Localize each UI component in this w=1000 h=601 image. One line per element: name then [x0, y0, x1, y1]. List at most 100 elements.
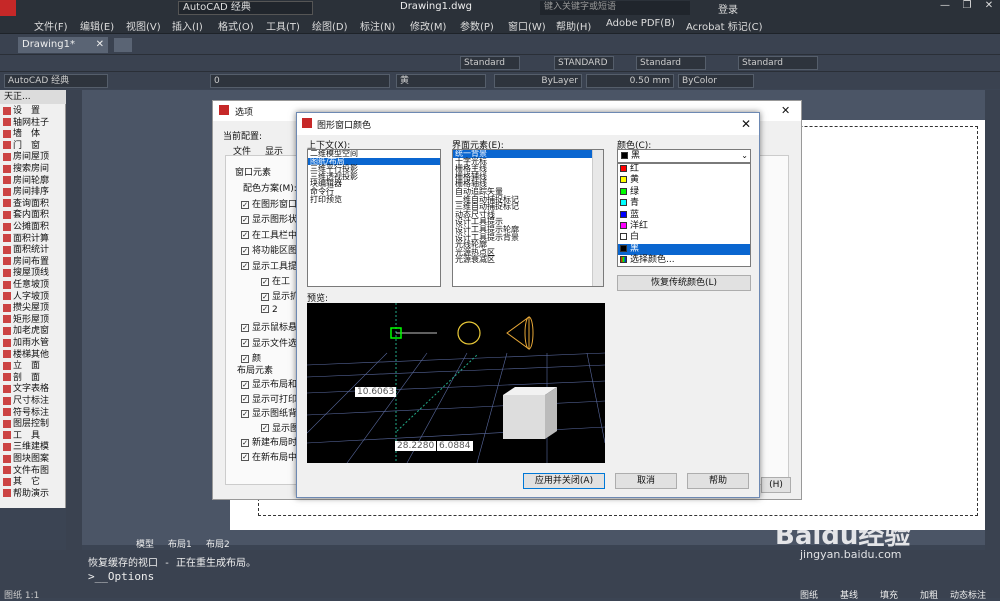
palette-item[interactable]: 图块图案 [3, 454, 49, 465]
tab-model[interactable]: 模型 [136, 537, 154, 550]
palette-item[interactable]: 任意坡顶 [3, 280, 49, 291]
scale-indicator[interactable]: 图纸 1:1 [4, 588, 39, 601]
palette-item[interactable]: 设 置 [3, 106, 40, 117]
apply-and-close-button[interactable]: 应用并关闭(A) [523, 473, 605, 489]
palette-item[interactable]: 工 具 [3, 431, 40, 442]
color-option[interactable]: 红 [618, 164, 750, 175]
palette-item[interactable]: 门 窗 [3, 141, 40, 152]
app-logo[interactable] [0, 0, 16, 16]
layout-checkbox[interactable]: ✓ 在新布局中 [241, 450, 297, 463]
color-option[interactable]: 洋红 [618, 221, 750, 232]
layout-checkbox[interactable]: ✓ 显示图 [261, 421, 299, 434]
options-close-icon[interactable]: ✕ [781, 104, 790, 117]
tab-drawing1[interactable]: Drawing1* ✕ [18, 37, 108, 53]
color-dropdown-list[interactable]: 红黄绿青蓝洋红白黑选择颜色... [617, 163, 751, 267]
context-list[interactable]: 二维模型空间 图纸/布局 三维平行投影 三维透视投影 块编辑器 命令行 打印预览 [307, 149, 441, 287]
options-checkbox[interactable]: ✓ 2 [261, 305, 278, 315]
palette-item[interactable]: 符号标注 [3, 408, 49, 419]
menu-file[interactable]: 文件(F) [34, 18, 68, 33]
lineweight-select[interactable]: 0.50 mm [586, 74, 674, 88]
color-select[interactable]: 黄 [396, 74, 486, 88]
command-line-input[interactable]: >__Options [88, 570, 888, 584]
palette-item[interactable]: 查询面积 [3, 199, 49, 210]
menu-modify[interactable]: 修改(M) [410, 18, 446, 33]
layout-checkbox[interactable]: ✓ 显示图纸背 [241, 406, 297, 419]
menu-acrobat[interactable]: Acrobat 标记(C) [686, 18, 763, 33]
palette-item[interactable]: 攒尖屋顶 [3, 303, 49, 314]
context-item[interactable]: 打印预览 [308, 195, 440, 204]
palette-item[interactable]: 面积统计 [3, 245, 49, 256]
workspace-combo[interactable]: AutoCAD 经典 [178, 1, 313, 15]
palette-item[interactable]: 房间布置 [3, 257, 49, 268]
search-input[interactable]: 键入关键字或短语 [540, 1, 690, 15]
dim-style-combo[interactable]: STANDARD [554, 56, 614, 70]
close-icon[interactable]: ✕ [96, 37, 104, 52]
login-link[interactable]: 登录 [718, 1, 738, 16]
element-list-scrollbar[interactable] [592, 150, 603, 286]
palette-item[interactable]: 搜屋顶线 [3, 268, 49, 279]
options-checkbox[interactable]: ✓ 在图形窗口 [241, 197, 297, 210]
options-checkbox[interactable]: ✓ 显示鼠标悬 [241, 320, 297, 333]
palette-item[interactable]: 其 它 [3, 477, 40, 488]
minimize-button[interactable]: — [935, 0, 955, 16]
options-checkbox[interactable]: ✓ 显示文件选 [241, 336, 297, 349]
interface-element-item[interactable]: 光源衰减区 [453, 256, 603, 264]
menu-tools[interactable]: 工具(T) [266, 18, 300, 33]
palette-item[interactable]: 房间排序 [3, 187, 49, 198]
palette-item[interactable]: 帮助演示 [3, 489, 49, 500]
color-dialog-close-icon[interactable]: ✕ [741, 117, 751, 131]
menu-parametric[interactable]: 参数(P) [460, 18, 494, 33]
interface-element-list[interactable]: 统一背景 十字光标 栅格主线 栅格辅线 栅格轴线 自动追踪矢量 二维自动捕捉标记 三维自动捕捉… [452, 149, 604, 287]
restore-classic-colors-button[interactable]: 恢复传统颜色(L) [617, 275, 751, 291]
palette-item[interactable]: 墙 体 [3, 129, 40, 140]
layer-select[interactable]: 0 [210, 74, 390, 88]
palette-item[interactable]: 楼梯其他 [3, 350, 49, 361]
menu-insert[interactable]: 插入(I) [172, 18, 203, 33]
palette-item[interactable]: 尺寸标注 [3, 396, 49, 407]
menu-view[interactable]: 视图(V) [126, 18, 161, 33]
palette-item[interactable]: 人字坡顶 [3, 292, 49, 303]
status-item-baseline[interactable]: 基线 [840, 588, 858, 601]
mleader-style-combo[interactable]: Standard [738, 56, 818, 70]
text-style-combo[interactable]: Standard [460, 56, 520, 70]
select-color-option[interactable]: 选择颜色... [618, 255, 750, 266]
maximize-button[interactable]: ❐ [957, 0, 977, 16]
palette-item[interactable]: 剖 面 [3, 373, 40, 384]
color-option[interactable]: 蓝 [618, 210, 750, 221]
color-option[interactable]: 黄 [618, 175, 750, 186]
help-button[interactable]: 帮助 [687, 473, 749, 489]
color-select[interactable]: 黑 ⌄ [617, 149, 751, 163]
plotstyle-select[interactable]: ByColor [678, 74, 754, 88]
color-option[interactable]: 青 [618, 198, 750, 209]
menu-format[interactable]: 格式(O) [218, 18, 254, 33]
palette-item[interactable]: 文件布图 [3, 466, 49, 477]
table-style-combo[interactable]: Standard [636, 56, 706, 70]
palette-item[interactable]: 套内面积 [3, 210, 49, 221]
menu-adobe-pdf[interactable]: Adobe PDF(B) [606, 18, 675, 29]
menu-draw[interactable]: 绘图(D) [312, 18, 348, 33]
palette-item[interactable]: 面积计算 [3, 234, 49, 245]
color-option[interactable]: 黑 [618, 243, 750, 256]
layout-checkbox[interactable]: ✓ 显示可打印 [241, 392, 297, 405]
palette-item[interactable]: 文字表格 [3, 384, 49, 395]
options-checkbox[interactable]: ✓ 显示扩 [261, 289, 299, 302]
status-item-hatch[interactable]: 填充 [880, 588, 898, 601]
menu-edit[interactable]: 编辑(E) [80, 18, 114, 33]
layout-checkbox[interactable]: ✓ 新建布局时 [241, 435, 297, 448]
workspace-select[interactable]: AutoCAD 经典 [4, 74, 108, 88]
tab-layout2[interactable]: 布局2 [206, 537, 230, 550]
palette-item[interactable]: 轴网柱子 [3, 118, 49, 129]
options-checkbox[interactable]: ✓ 在工 [261, 274, 290, 287]
palette-item[interactable]: 加雨水管 [3, 338, 49, 349]
menu-window[interactable]: 窗口(W) [508, 18, 546, 33]
options-checkbox[interactable]: ✓ 在工具栏中 [241, 228, 297, 241]
palette-item[interactable]: 搜索房间 [3, 164, 49, 175]
status-item-bold[interactable]: 加粗 [920, 588, 938, 601]
cancel-button[interactable]: 取消 [615, 473, 677, 489]
close-button[interactable]: ✕ [978, 0, 1000, 16]
options-checkbox[interactable]: ✓ 显示图形状 [241, 212, 297, 225]
palette-item[interactable]: 立 面 [3, 361, 40, 372]
menu-help[interactable]: 帮助(H) [556, 18, 591, 33]
status-item-paper[interactable]: 图纸 [800, 588, 818, 601]
options-checkbox[interactable]: ✓ 将功能区图 [241, 243, 297, 256]
